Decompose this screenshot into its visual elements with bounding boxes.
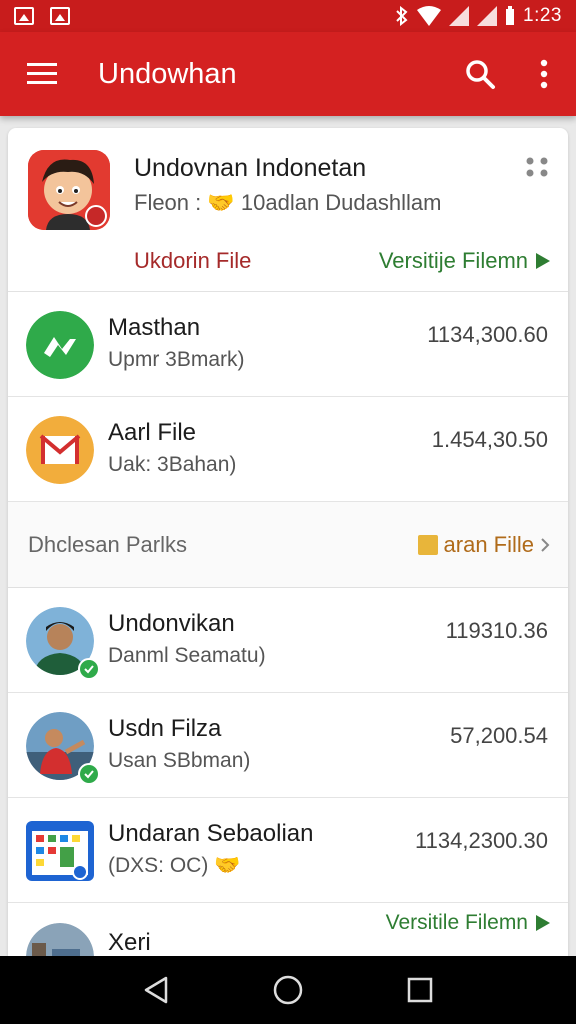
back-icon xyxy=(144,976,168,1004)
cartoon-avatar-icon xyxy=(28,150,110,230)
battery-icon xyxy=(506,6,515,25)
list-item[interactable]: Undonvikan Danml Seamatu) 119310.36 xyxy=(8,588,568,693)
item-amount: 119310.36 xyxy=(445,618,548,643)
signal-icon xyxy=(449,6,470,26)
chevron-right-icon xyxy=(541,538,550,552)
list-item[interactable]: Usdn Filza Usan SBbman) 57,200.54 xyxy=(8,693,568,798)
list-item[interactable]: Undaran Sebaolian (DXS: OC) 🤝 1134,2300.… xyxy=(8,798,568,903)
folder-icon xyxy=(417,535,438,555)
status-badge xyxy=(78,763,100,785)
menu-icon xyxy=(27,63,57,84)
header-title: Undovnan Indonetan xyxy=(134,154,367,182)
item-subtitle: Uak: 3Bahan) xyxy=(108,453,237,476)
home-button[interactable] xyxy=(258,960,318,1020)
item-name: Xeri xyxy=(108,929,151,956)
image-icon xyxy=(14,7,34,25)
list-item[interactable]: Versitile Filemn Xeri xyxy=(8,903,568,956)
more-vert-icon xyxy=(540,59,548,89)
item-name: Masthan xyxy=(108,314,201,341)
search-icon xyxy=(466,60,495,89)
item-name: Undonvikan xyxy=(108,610,235,637)
mail-icon xyxy=(26,416,94,484)
item-name: Undaran Sebaolian xyxy=(108,820,314,847)
upload-file-link[interactable]: Ukdorin File xyxy=(134,248,251,274)
gallery-icon xyxy=(50,7,70,25)
version-file-label: Versitije Filemn xyxy=(378,248,528,273)
item-amount: 1134,2300.30 xyxy=(415,828,548,853)
signal-icon xyxy=(477,6,498,26)
status-time: 1:23 xyxy=(523,5,562,26)
header-subtitle: Fleon : 🤝 10adlan Dudashllam xyxy=(134,190,442,215)
version-file-link[interactable]: Versitije Filemn xyxy=(379,248,550,274)
play-arrow-icon xyxy=(536,253,550,269)
list-item[interactable]: Aarl File Uak: 3Bahan) 1.454,30.50 xyxy=(8,397,568,502)
item-subtitle: (DXS: OC) 🤝 xyxy=(108,854,241,877)
item-amount: 1.454,30.50 xyxy=(431,427,548,452)
section-title: Dhclesan Parlks xyxy=(28,532,187,557)
status-badge xyxy=(78,658,100,680)
item-amount: 1134,300.60 xyxy=(427,322,548,347)
item-name: Aarl File xyxy=(108,419,197,446)
app-bar: Undowhan xyxy=(0,32,576,116)
menu-button[interactable] xyxy=(0,32,84,116)
item-subtitle: Usan SBbman) xyxy=(108,749,251,772)
status-badge xyxy=(72,864,88,880)
version-file-label: Versitile Filemn xyxy=(385,911,528,934)
bluetooth-icon xyxy=(396,6,408,26)
recents-button[interactable] xyxy=(390,960,450,1020)
item-amount: 57,200.54 xyxy=(450,723,548,748)
profile-avatar[interactable] xyxy=(28,150,110,230)
search-button[interactable] xyxy=(448,32,512,116)
person-avatar-icon xyxy=(26,923,94,956)
recents-icon xyxy=(407,977,433,1003)
item-name: Usdn Filza xyxy=(108,715,222,742)
main-content: Undovnan Indonetan Fleon : 🤝 10adlan Dud… xyxy=(8,128,568,956)
list-item[interactable]: Masthan Upmr 3Bmark) 1134,300.60 xyxy=(8,292,568,397)
section-link[interactable]: aran Fille xyxy=(417,532,550,558)
item-subtitle: Upmr 3Bmark) xyxy=(108,348,245,371)
home-icon xyxy=(273,975,303,1005)
wifi-icon xyxy=(417,6,442,26)
grid-dots-button[interactable] xyxy=(524,156,550,178)
play-arrow-icon xyxy=(536,915,550,931)
status-bar: 1:23 xyxy=(0,0,576,32)
section-header: Dhclesan Parlks aran Fille xyxy=(8,502,568,588)
green-logo-icon xyxy=(26,311,94,379)
item-subtitle: Danml Seamatu) xyxy=(108,644,266,667)
section-link-label: aran Fille xyxy=(443,532,534,557)
navigation-bar xyxy=(0,956,576,1024)
version-file-link[interactable]: Versitile Filemn xyxy=(386,911,550,935)
app-title: Undowhan xyxy=(98,57,237,90)
header-card[interactable]: Undovnan Indonetan Fleon : 🤝 10adlan Dud… xyxy=(8,128,568,292)
back-button[interactable] xyxy=(126,960,186,1020)
dots-grid-icon xyxy=(526,157,548,177)
more-options-button[interactable] xyxy=(512,32,576,116)
